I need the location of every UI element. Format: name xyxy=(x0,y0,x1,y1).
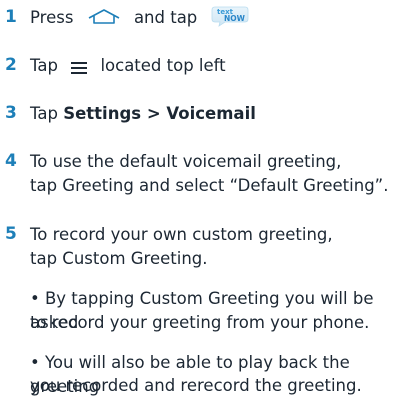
step-3-text: Tap Settings > Voicemail xyxy=(30,102,256,126)
step-1-text-after: and tap xyxy=(133,8,198,27)
path-separator: > xyxy=(141,104,167,123)
voicemail-label: Voicemail xyxy=(166,104,256,123)
step-1-text: Press and tap text NOW xyxy=(30,6,249,30)
home-icon xyxy=(87,7,121,27)
step-number-2: 2 xyxy=(5,55,17,75)
step-4-line-1: To use the default voicemail greeting, xyxy=(30,152,342,171)
bullet-1-line-2: to record your greeting from your phone. xyxy=(30,313,370,332)
settings-label: Settings xyxy=(63,104,142,123)
step-5-line-2: tap Custom Greeting. xyxy=(30,249,208,268)
step-2-text-before: Tap xyxy=(30,56,58,75)
step-2-text-after: located top left xyxy=(100,56,226,75)
step-number-4: 4 xyxy=(5,151,17,171)
textnow-app-icon: text NOW xyxy=(211,5,249,27)
hamburger-menu-icon xyxy=(71,58,88,74)
step-5-line-1: To record your own custom greeting, xyxy=(30,225,333,244)
step-number-1: 1 xyxy=(5,7,17,27)
step-4-line-2: tap Greeting and select “Default Greetin… xyxy=(30,176,389,195)
textnow-icon-text-2: NOW xyxy=(224,14,246,23)
step-2-text: Tap located top left xyxy=(30,54,226,78)
step-1-text-before: Press xyxy=(30,8,74,27)
step-number-3: 3 xyxy=(5,103,17,123)
step-3-text-before: Tap xyxy=(30,104,58,123)
step-number-5: 5 xyxy=(5,224,17,244)
bullet-2-line-2: you recorded and rerecord the greeting. xyxy=(30,376,362,395)
